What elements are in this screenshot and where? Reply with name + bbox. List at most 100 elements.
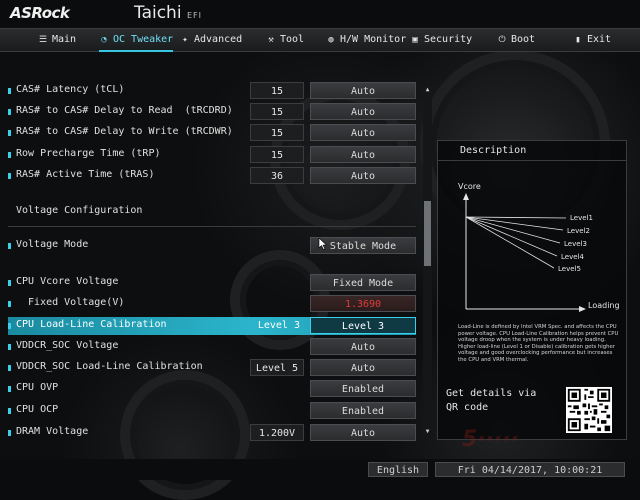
value-field[interactable]: Level 5 bbox=[250, 359, 304, 376]
value-field[interactable]: 36 bbox=[250, 167, 304, 184]
row-bullet bbox=[8, 323, 11, 329]
graph-ylabel: Vcore bbox=[458, 182, 481, 191]
voltage-input[interactable]: 1.3690 bbox=[310, 295, 416, 312]
row-bullet bbox=[8, 430, 11, 436]
setting-vddcr-soc-llc[interactable]: VDDCR_SOC Load-Line Calibration Level 5 … bbox=[8, 359, 416, 377]
level-label: Level1 bbox=[570, 214, 593, 222]
option-button[interactable]: Auto bbox=[310, 124, 416, 141]
setting-voltage-mode[interactable]: Voltage Mode Stable Mode bbox=[8, 237, 416, 255]
value-field[interactable]: 15 bbox=[250, 124, 304, 141]
option-button[interactable]: Enabled bbox=[310, 402, 416, 419]
option-button[interactable]: Auto bbox=[310, 167, 416, 184]
setting-ras-to-cas-write[interactable]: RAS# to CAS# Delay to Write (tRCDWR) 15 … bbox=[8, 124, 416, 142]
level-label: Level3 bbox=[564, 240, 587, 248]
setting-label: CPU OVP bbox=[16, 382, 59, 393]
setting-label: CPU Load-Line Calibration bbox=[16, 319, 167, 330]
row-bullet bbox=[8, 173, 11, 179]
bios-header: ASRock Taichi EFI bbox=[0, 0, 640, 28]
language-button[interactable]: English bbox=[368, 462, 428, 477]
description-title: Description bbox=[438, 141, 626, 161]
exit-icon: ▮ bbox=[575, 35, 581, 45]
rocket-icon: ◔ bbox=[101, 35, 107, 45]
setting-label: RAS# Active Time (tRAS) bbox=[16, 169, 155, 180]
tab-oc-tweaker[interactable]: ◔ OC Tweaker bbox=[99, 29, 174, 52]
option-button[interactable]: Auto bbox=[310, 103, 416, 120]
monitor-icon: ◍ bbox=[328, 35, 334, 45]
description-panel: Description Vcore Loading Level1 Level2 … bbox=[437, 140, 627, 440]
option-button[interactable]: Auto bbox=[310, 424, 416, 441]
scroll-up-arrow-icon[interactable]: ▲ bbox=[423, 86, 432, 94]
section-heading: Voltage Configuration bbox=[16, 205, 143, 216]
level-label: Level5 bbox=[558, 265, 581, 273]
value-field[interactable]: 15 bbox=[250, 146, 304, 163]
row-bullet bbox=[8, 280, 11, 286]
tab-label: Security bbox=[424, 34, 473, 45]
tab-advanced[interactable]: ✦ Advanced bbox=[180, 29, 242, 51]
setting-label: Fixed Voltage(V) bbox=[16, 297, 125, 308]
status-bar: English Fri 04/14/2017, 10:00:21 bbox=[0, 459, 640, 480]
setting-dram-voltage[interactable]: DRAM Voltage 1.200V Auto bbox=[8, 424, 416, 442]
setting-label: Row Precharge Time (tRP) bbox=[16, 148, 161, 159]
option-button[interactable]: Auto bbox=[310, 146, 416, 163]
scroll-down-arrow-icon[interactable]: ▼ bbox=[423, 428, 432, 436]
row-bullet bbox=[8, 152, 11, 158]
level-line bbox=[465, 216, 561, 244]
settings-scrollbar[interactable]: ▲ ▼ bbox=[423, 86, 432, 436]
level-line bbox=[465, 216, 555, 269]
setting-label: VDDCR_SOC Load-Line Calibration bbox=[16, 361, 203, 372]
tab-label: H/W Monitor bbox=[340, 34, 407, 45]
option-button[interactable]: Level 3 bbox=[310, 317, 416, 334]
setting-label: RAS# to CAS# Delay to Read (tRCDRD) bbox=[16, 105, 233, 116]
value-field[interactable]: 1.200V bbox=[250, 424, 304, 441]
tab-boot[interactable]: ⏻ Boot bbox=[497, 29, 535, 51]
nav-bar: ☰ Main ◔ OC Tweaker ✦ Advanced ⚒ Tool ◍ H/W M… bbox=[0, 28, 640, 52]
value-field[interactable]: 15 bbox=[250, 103, 304, 120]
option-button[interactable]: Auto bbox=[310, 359, 416, 376]
qr-code bbox=[566, 387, 612, 433]
setting-cpu-load-line-calibration[interactable]: CPU Load-Line Calibration Level 3 Level … bbox=[8, 317, 416, 335]
setting-cpu-ovp[interactable]: CPU OVP Enabled bbox=[8, 380, 416, 398]
section-divider bbox=[8, 226, 416, 227]
setting-vddcr-soc-voltage[interactable]: VDDCR_SOC Voltage Auto bbox=[8, 338, 416, 356]
tab-exit[interactable]: ▮ Exit bbox=[573, 29, 611, 51]
setting-fixed-voltage[interactable]: Fixed Voltage(V) 1.3690 bbox=[8, 295, 416, 313]
product-title: Taichi EFI bbox=[134, 3, 202, 23]
setting-row-precharge[interactable]: Row Precharge Time (tRP) 15 Auto bbox=[8, 146, 416, 164]
tab-label: OC Tweaker bbox=[113, 34, 174, 45]
row-bullet bbox=[8, 344, 11, 350]
setting-label: DRAM Voltage bbox=[16, 426, 89, 437]
setting-label: CPU Vcore Voltage bbox=[16, 276, 119, 287]
row-bullet bbox=[8, 243, 11, 249]
shield-icon: ▣ bbox=[412, 35, 418, 45]
option-button[interactable]: Fixed Mode bbox=[310, 274, 416, 291]
product-suffix: EFI bbox=[186, 11, 202, 20]
tab-tool[interactable]: ⚒ Tool bbox=[266, 29, 304, 51]
level-label: Level4 bbox=[561, 253, 584, 261]
setting-cpu-vcore-voltage[interactable]: CPU Vcore Voltage Fixed Mode bbox=[8, 274, 416, 292]
graph-xlabel: Loading bbox=[588, 301, 620, 310]
option-button[interactable]: Enabled bbox=[310, 380, 416, 397]
mouse-pointer-icon bbox=[318, 238, 328, 250]
option-button[interactable]: Auto bbox=[310, 82, 416, 99]
tab-hw-monitor[interactable]: ◍ H/W Monitor bbox=[326, 29, 406, 51]
value-field: Level 3 bbox=[257, 320, 300, 331]
setting-ras-active-time[interactable]: RAS# Active Time (tRAS) 36 Auto bbox=[8, 167, 416, 185]
option-button[interactable]: Auto bbox=[310, 338, 416, 355]
setting-ras-to-cas-read[interactable]: RAS# to CAS# Delay to Read (tRCDRD) 15 A… bbox=[8, 103, 416, 121]
tab-label: Advanced bbox=[194, 34, 243, 45]
power-icon: ⏻ bbox=[498, 35, 506, 45]
level-label: Level2 bbox=[567, 227, 590, 235]
setting-cpu-ocp[interactable]: CPU OCP Enabled bbox=[8, 402, 416, 420]
value-field[interactable]: 15 bbox=[250, 82, 304, 99]
setting-cas-latency[interactable]: CAS# Latency (tCL) 15 Auto bbox=[8, 82, 416, 100]
row-bullet bbox=[8, 386, 11, 392]
graph-x-arrow bbox=[579, 306, 586, 312]
tab-label: Exit bbox=[587, 34, 612, 45]
tab-main[interactable]: ☰ Main bbox=[38, 29, 76, 51]
tab-security[interactable]: ▣ Security bbox=[410, 29, 472, 51]
scroll-thumb[interactable] bbox=[424, 201, 431, 266]
row-bullet bbox=[8, 130, 11, 136]
qr-hint-text: Get details via QR code bbox=[446, 388, 537, 413]
row-bullet bbox=[8, 365, 11, 371]
graph-y-arrow bbox=[463, 193, 469, 200]
